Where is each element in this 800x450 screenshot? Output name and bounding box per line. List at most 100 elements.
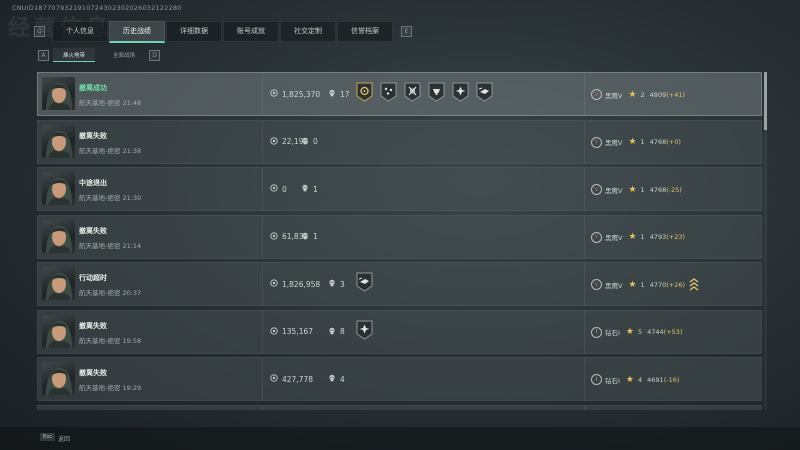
scatter-badge[interactable] <box>380 82 397 102</box>
match-map-time: 航天基地-绝密 19:58 <box>79 335 141 345</box>
skull-icon <box>301 137 313 147</box>
match-result-label: 撤离失败 <box>79 226 107 235</box>
dash-badge[interactable] <box>476 82 493 102</box>
kill-count-text: 17 <box>340 89 350 99</box>
skull-icon <box>328 279 340 289</box>
rank-info: V 黑鹰V ★ 1 4770 (+26) <box>591 279 685 290</box>
map-name: 航天基地-绝密 <box>79 99 121 107</box>
extracted-value: 1,825,370 <box>270 89 320 99</box>
rank-info: V 黑鹰V ★ 1 4793 (+23) <box>591 231 685 243</box>
rank-info: V 黑鹰V ★ 1 4768 (-25) <box>591 184 682 195</box>
mode-tab-1[interactable]: 全面战场 <box>103 48 145 61</box>
column-divider <box>262 73 263 115</box>
match-result-label: 撤离失败 <box>79 369 107 377</box>
compass-badge[interactable] <box>404 82 421 102</box>
column-divider <box>262 310 263 353</box>
mode-subtab-list: 烽火地带 全面战场 <box>49 48 149 62</box>
match-map-time: 航天基地-绝密 21:14 <box>79 240 141 250</box>
match-map-time: 航天基地-绝密 20:37 <box>79 287 141 297</box>
skull-icon <box>301 232 313 242</box>
match-result-label: 行动超时 <box>79 274 107 282</box>
map-name: 航天基地-绝密 <box>79 146 121 155</box>
prev-mode-key-hint[interactable]: A <box>38 49 49 61</box>
kill-count-text: 1 <box>313 184 318 194</box>
rank-info: V 黑鹰V ★ 2 4809 (+41) <box>591 89 685 100</box>
kill-count-text: 4 <box>340 374 345 384</box>
coin-icon <box>270 374 282 384</box>
rank-score-delta: (-25) <box>666 185 682 194</box>
match-row[interactable]: 撤离失败 航天基地-绝密 21:14 61,833 1 V 黑鹰V ★ 1 4793 (+23) <box>37 214 762 259</box>
match-row[interactable]: 撤离成功航天基地-绝密 21:48 1,825,370 17 V 黑鹰V ★ 2 4809 (+… <box>37 72 762 116</box>
column-divider <box>262 120 263 163</box>
cross-badge[interactable] <box>452 82 469 102</box>
match-row[interactable]: 撤离失败 航天基地-绝密 19:29 427,778 4 I 钻石I ★ 4 4691 (-16) <box>37 357 762 401</box>
rank-info: I 钻石I ★ 5 4744 (+53) <box>591 326 682 338</box>
match-time: 20:37 <box>122 289 142 297</box>
operator-avatar <box>42 314 75 348</box>
trophy-badge[interactable] <box>428 82 445 102</box>
match-time: 21:38 <box>122 146 142 155</box>
tab-3[interactable]: 账号成就 <box>223 20 279 42</box>
rank-score-delta: (+0) <box>666 138 681 146</box>
kill-count: 1 <box>301 232 318 242</box>
kill-count-text: 3 <box>340 279 345 289</box>
mode-subtabs: A 烽火地带 全面战场 D <box>38 48 161 62</box>
match-row[interactable]: 中途退出 航天基地-绝密 21:30 0 1 V 黑鹰V ★ 1 4768 (-25) <box>37 167 762 211</box>
skull-icon <box>328 327 340 337</box>
map-name: 航天基地-绝密 <box>79 384 121 392</box>
prev-tab-key-hint[interactable]: Q <box>34 26 45 37</box>
column-divider <box>262 168 263 210</box>
scrollbar-thumb[interactable] <box>764 72 767 130</box>
rank-score: 4793 <box>649 233 667 241</box>
next-tab-key-hint[interactable]: E <box>401 26 412 37</box>
tab-1[interactable]: 历史战绩 <box>109 20 165 43</box>
column-divider <box>262 358 263 400</box>
coin-icon <box>270 231 282 242</box>
gold-medal-badge[interactable] <box>356 82 373 102</box>
dash-badge[interactable] <box>356 272 373 292</box>
rank-emblem-icon: V <box>591 184 602 195</box>
star-icon: ★ <box>625 374 634 385</box>
extracted-value: 135,167 <box>270 326 314 337</box>
match-map-time: 航天基地-绝密 21:48 <box>79 97 141 107</box>
extracted-value: 1,826,958 <box>270 279 320 289</box>
kill-count: 3 <box>328 279 345 289</box>
extracted-value-text: 135,167 <box>282 327 314 336</box>
tab-2[interactable]: 详细数据 <box>166 20 222 42</box>
extracted-value: 427,778 <box>270 374 313 384</box>
column-divider <box>262 215 263 258</box>
rank-name: 黑鹰V <box>605 91 623 100</box>
match-row[interactable]: 撤离失败 航天基地-绝密 21:38 22,196 0 V 黑鹰V ★ 1 4768 (+0) <box>37 119 762 164</box>
star-count: 1 <box>640 185 645 194</box>
star-icon: ★ <box>628 184 637 195</box>
column-divider <box>262 405 263 410</box>
match-history-list[interactable]: 撤离成功航天基地-绝密 21:48 1,825,370 17 V 黑鹰V ★ 2 4809 (+… <box>37 72 762 410</box>
rank-emblem-icon: V <box>591 279 602 290</box>
esc-key-hint[interactable]: Esc <box>40 433 56 441</box>
match-result-label: 撤离失败 <box>79 131 107 140</box>
coin-icon <box>270 89 282 99</box>
match-result-label: 撤离成功 <box>79 84 107 92</box>
mode-tab-0[interactable]: 烽火地带 <box>53 48 96 62</box>
rank-up-chevron-icon <box>689 276 699 291</box>
rank-score: 4744 <box>647 328 664 336</box>
cross-badge[interactable] <box>356 320 373 340</box>
rank-score-delta: (+26) <box>666 280 686 289</box>
next-mode-key-hint[interactable]: D <box>149 49 161 61</box>
column-divider <box>584 310 585 353</box>
extracted-value-text: 0 <box>282 184 287 194</box>
tab-0[interactable]: 个人信息 <box>52 20 108 42</box>
back-label[interactable]: 返回 <box>58 434 70 443</box>
match-row[interactable]: 撤离失败 航天基地-绝密 19:58 135,167 8 I 钻石I ★ 5 4744 (+53) <box>37 309 762 354</box>
tab-4[interactable]: 社交定制 <box>280 20 336 42</box>
skull-icon <box>328 374 340 384</box>
rank-score: 4691 <box>647 375 664 384</box>
rank-info: I 钻石I ★ 4 4691 (-16) <box>591 374 679 385</box>
rank-score: 4809 <box>649 90 667 99</box>
tab-5[interactable]: 信誉档案 <box>337 20 393 42</box>
match-row[interactable]: 撤离成功 I★ <box>37 404 762 410</box>
match-row[interactable]: 行动超时航天基地-绝密 20:37 1,826,958 3 V 黑鹰V ★ 1 4770 (+2… <box>37 262 762 306</box>
match-time: 21:48 <box>122 99 142 107</box>
rank-name: 钻石I <box>605 329 620 337</box>
achievement-badges <box>356 82 500 102</box>
